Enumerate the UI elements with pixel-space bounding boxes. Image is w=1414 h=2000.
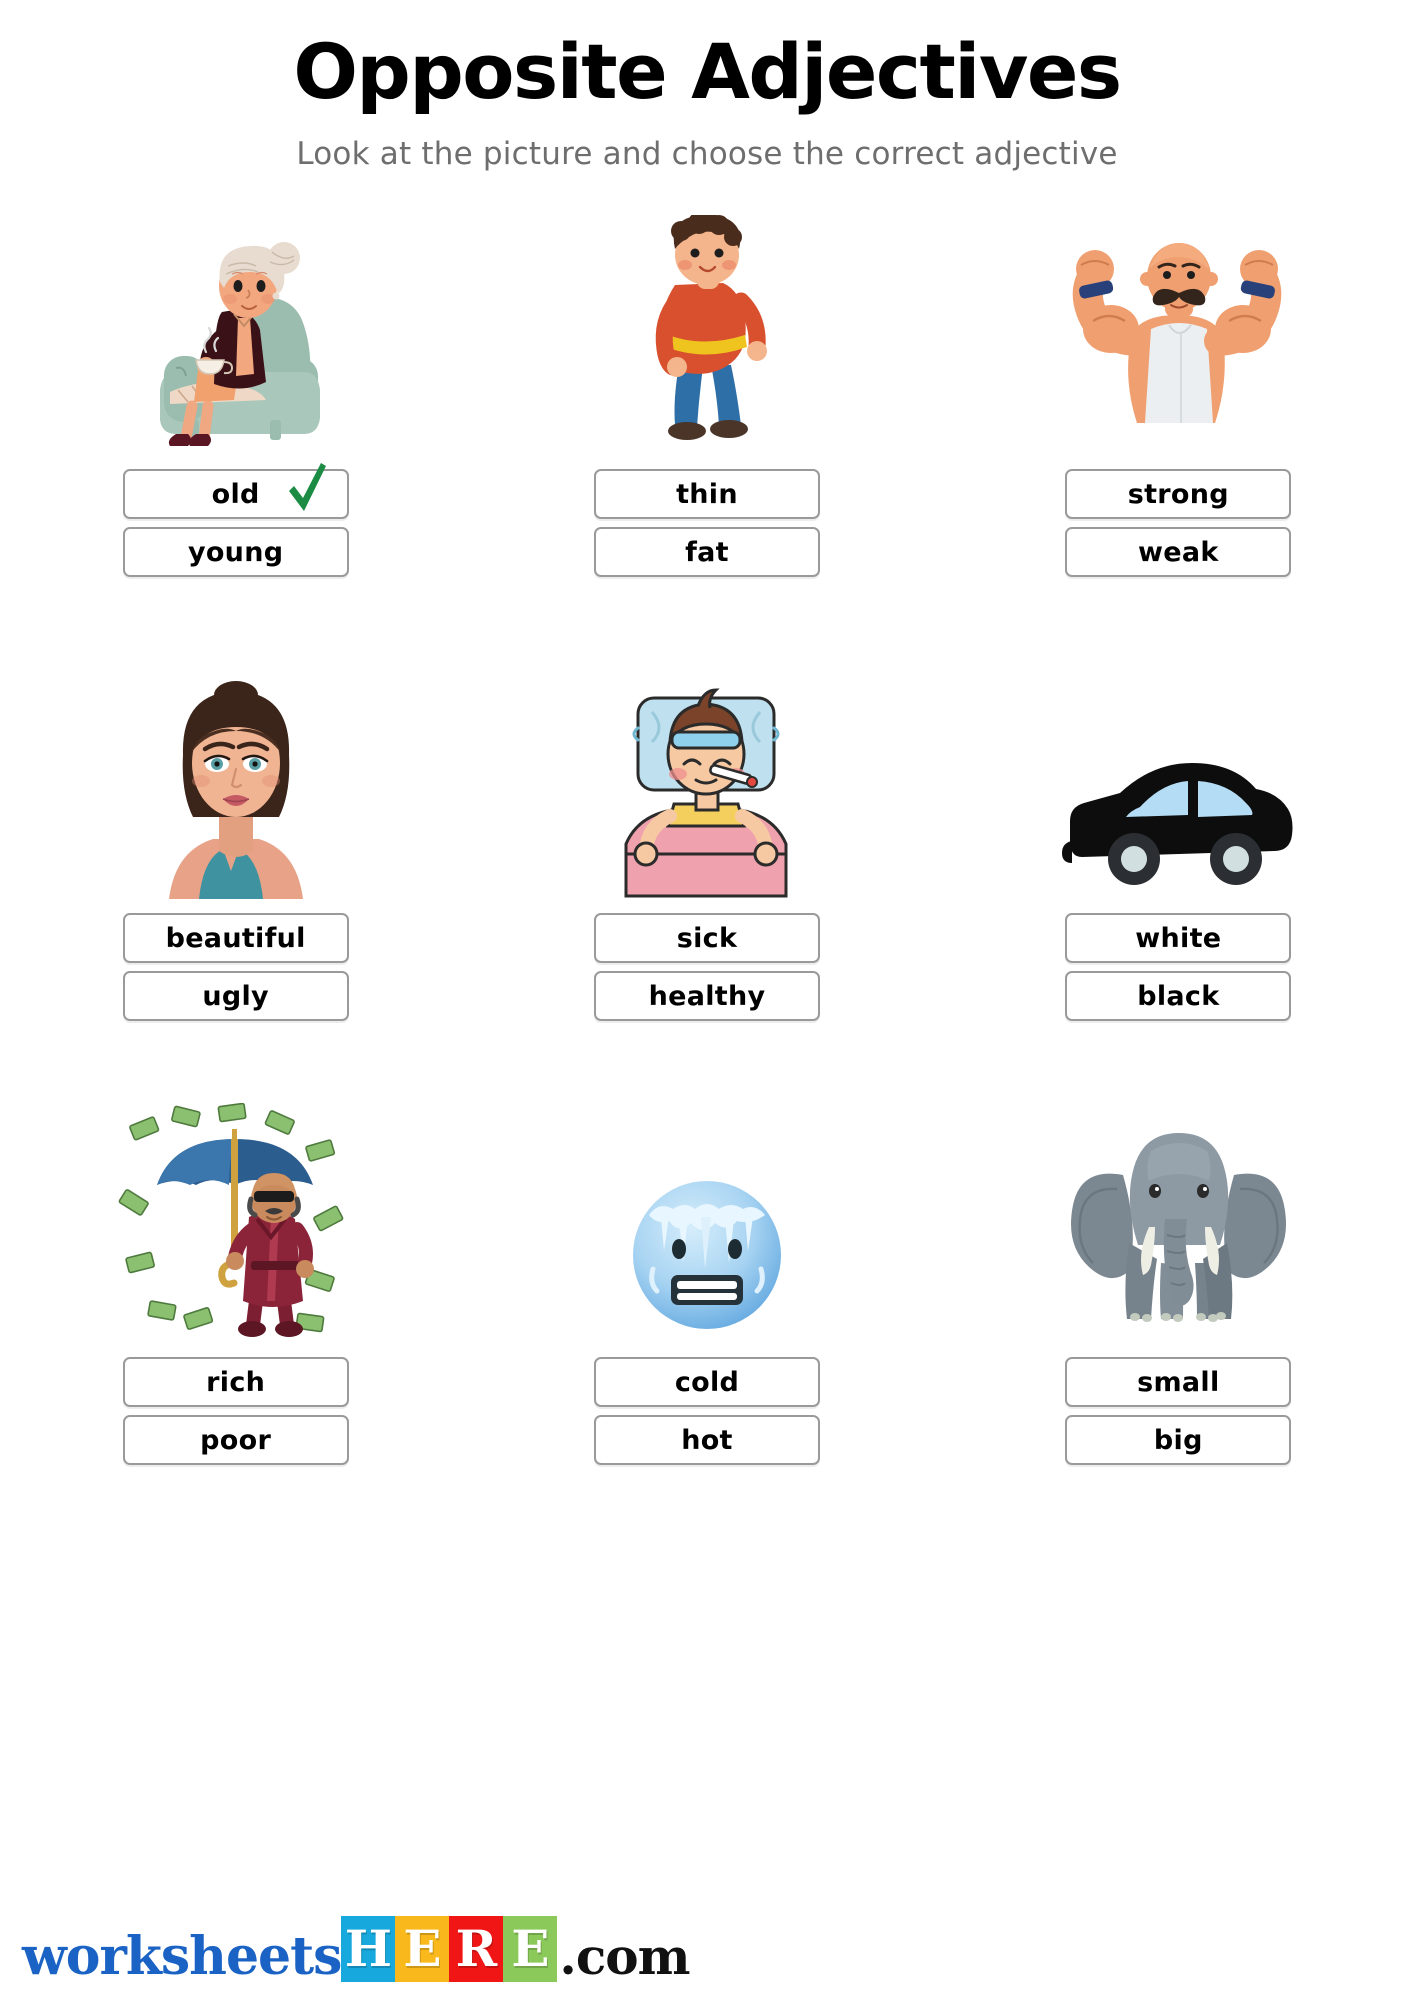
answer-option[interactable]: ugly: [122, 971, 349, 1021]
exercise-item-cold-hot: cold hot: [471, 1098, 942, 1538]
worksheet-page: Opposite Adjectives Look at the picture …: [0, 0, 1414, 2000]
answer-option[interactable]: black: [1065, 971, 1292, 1021]
option-label: big: [1153, 1424, 1203, 1456]
answer-option[interactable]: healthy: [593, 971, 820, 1021]
freezing-cold-face-emoji: [471, 1098, 942, 1343]
elephant-illustration: [943, 1098, 1414, 1343]
option-label: poor: [200, 1424, 272, 1456]
answer-option[interactable]: thin: [593, 469, 820, 519]
exercise-item-thin-fat: thin fat: [471, 210, 942, 650]
exercise-item-beautiful-ugly: beautiful ugly: [0, 654, 471, 1094]
answer-option[interactable]: beautiful: [122, 913, 349, 963]
exercise-item-rich-poor: rich poor: [0, 1098, 471, 1538]
option-label: strong: [1127, 478, 1229, 510]
exercise-item-old-young: old young: [0, 210, 471, 650]
exercise-item-strong-weak: strong weak: [943, 210, 1414, 650]
black-car-illustration: [943, 654, 1414, 899]
answer-options: beautiful ugly: [122, 913, 349, 1021]
option-label: thin: [676, 478, 738, 510]
correct-check-icon: [288, 463, 326, 511]
option-label: hot: [681, 1424, 733, 1456]
site-logo[interactable]: worksheets H E R E .com: [22, 1916, 691, 1988]
option-label: rich: [206, 1366, 266, 1398]
option-label: small: [1137, 1366, 1220, 1398]
answer-options: strong weak: [1065, 469, 1292, 577]
answer-option[interactable]: old: [122, 463, 349, 519]
rich-man-with-money-umbrella-illustration: [0, 1098, 471, 1343]
option-label: healthy: [648, 980, 766, 1012]
logo-dotcom-suffix: .com: [559, 1927, 690, 1986]
logo-word-worksheets: worksheets: [22, 1926, 342, 1988]
overweight-boy-illustration: [471, 210, 942, 455]
elderly-woman-in-armchair-illustration: [0, 210, 471, 455]
option-label: white: [1135, 922, 1222, 954]
answer-option[interactable]: weak: [1065, 527, 1292, 577]
exercise-item-sick-healthy: sick healthy: [471, 654, 942, 1094]
answer-option[interactable]: strong: [1065, 469, 1292, 519]
option-label: cold: [674, 1366, 740, 1398]
answer-options: sick healthy: [593, 913, 820, 1021]
answer-option[interactable]: white: [1065, 913, 1292, 963]
answer-options: rich poor: [122, 1357, 349, 1465]
answer-option[interactable]: hot: [593, 1415, 820, 1465]
logo-tile-e2: E: [503, 1916, 558, 1982]
answer-options: small big: [1065, 1357, 1292, 1465]
answer-options: white black: [1065, 913, 1292, 1021]
answer-options: cold hot: [593, 1357, 820, 1465]
logo-tile-e1: E: [395, 1916, 450, 1982]
answer-option[interactable]: cold: [593, 1357, 820, 1407]
option-label: sick: [676, 922, 738, 954]
option-label: beautiful: [165, 922, 306, 954]
option-label: old: [211, 478, 260, 510]
answer-option[interactable]: poor: [122, 1415, 349, 1465]
option-label: young: [187, 536, 284, 568]
answer-option[interactable]: small: [1065, 1357, 1292, 1407]
beautiful-woman-portrait-illustration: [0, 654, 471, 899]
option-label: weak: [1138, 536, 1219, 568]
exercise-item-small-big: small big: [943, 1098, 1414, 1538]
answer-options: old young: [122, 463, 349, 577]
answer-option[interactable]: fat: [593, 527, 820, 577]
page-subtitle: Look at the picture and choose the corre…: [296, 136, 1118, 172]
answer-options: thin fat: [593, 469, 820, 577]
logo-tile-r: R: [449, 1916, 504, 1982]
exercise-grid: old young thin fat strong weak beautiful…: [0, 210, 1414, 1538]
answer-option[interactable]: rich: [122, 1357, 349, 1407]
exercise-item-white-black: white black: [943, 654, 1414, 1094]
option-label: black: [1137, 980, 1220, 1012]
sick-child-in-bed-illustration: [471, 654, 942, 899]
option-label: ugly: [202, 980, 269, 1012]
worksheet-header: Opposite Adjectives Look at the picture …: [0, 0, 1414, 173]
logo-tile-h: H: [341, 1916, 396, 1982]
option-label: fat: [685, 536, 729, 568]
muscular-strongman-illustration: [943, 210, 1414, 455]
answer-option[interactable]: big: [1065, 1415, 1292, 1465]
page-title: Opposite Adjectives: [293, 27, 1122, 116]
answer-option[interactable]: young: [122, 527, 349, 577]
answer-option[interactable]: sick: [593, 913, 820, 963]
